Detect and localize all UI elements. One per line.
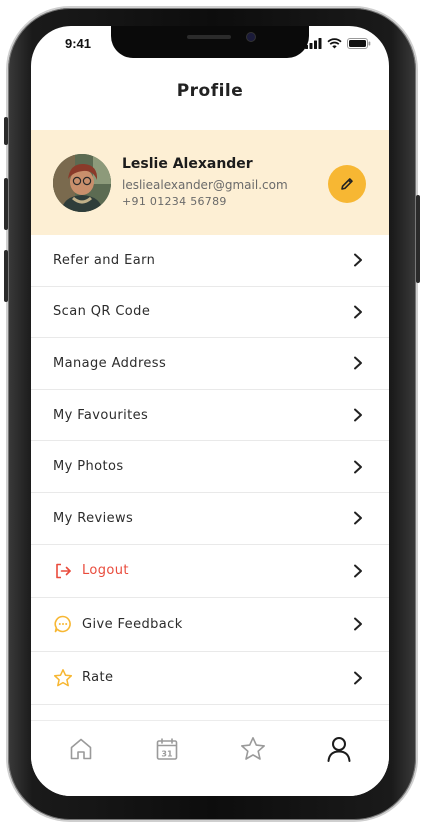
menu-item-logout[interactable]: Logout	[31, 545, 389, 599]
star-icon	[53, 668, 73, 688]
tab-favourites[interactable]	[237, 733, 269, 765]
chat-bubble-icon	[53, 614, 73, 634]
page-title: Profile	[176, 81, 244, 101]
menu-item-label: Manage Address	[53, 355, 167, 371]
pencil-icon	[341, 178, 353, 190]
menu-item-scan-qr-code[interactable]: Scan QR Code	[31, 287, 389, 339]
volume-up-button	[4, 178, 8, 230]
menu-item-label: Refer and Earn	[53, 252, 156, 268]
profile-email: lesliealexander@gmail.com	[122, 178, 288, 192]
tab-home[interactable]	[65, 733, 97, 765]
screen: 9:41 Profile Leslie Alexander lesliealex…	[31, 26, 389, 796]
home-icon	[70, 738, 92, 760]
menu-item-label: Logout	[82, 563, 129, 579]
menu-item-rate[interactable]: Rate	[31, 652, 389, 706]
mute-switch	[4, 117, 8, 145]
chevron-right-icon	[354, 356, 362, 370]
profile-card: Leslie Alexander lesliealexander@gmail.c…	[31, 130, 389, 235]
calendar-day-label: 31	[161, 749, 173, 758]
chevron-right-icon	[354, 671, 362, 685]
menu-item-my-reviews[interactable]: My Reviews	[31, 493, 389, 545]
chevron-right-icon	[354, 460, 362, 474]
menu-item-refer-and-earn[interactable]: Refer and Earn	[31, 235, 389, 287]
menu-item-label: Scan QR Code	[53, 304, 151, 320]
menu-item-my-photos[interactable]: My Photos	[31, 441, 389, 493]
chevron-right-icon	[354, 253, 362, 267]
menu-item-my-favourites[interactable]: My Favourites	[31, 390, 389, 442]
user-icon	[327, 737, 351, 762]
profile-menu: Refer and Earn Scan QR Code Manage Addre…	[31, 235, 389, 706]
bottom-tab-bar: 31	[31, 720, 389, 796]
wifi-icon	[327, 38, 342, 49]
chevron-right-icon	[354, 511, 362, 525]
speaker	[187, 35, 231, 39]
logout-icon	[53, 561, 73, 581]
volume-down-button	[4, 250, 8, 302]
menu-item-give-feedback[interactable]: Give Feedback	[31, 598, 389, 652]
star-icon	[241, 737, 265, 760]
chevron-right-icon	[354, 564, 362, 578]
battery-icon	[347, 38, 371, 49]
power-button	[416, 195, 420, 283]
edit-profile-button[interactable]	[328, 165, 366, 203]
menu-item-label: My Reviews	[53, 510, 134, 526]
menu-item-label: My Photos	[53, 459, 124, 475]
menu-item-label: Give Feedback	[82, 616, 183, 632]
profile-name: Leslie Alexander	[122, 156, 253, 172]
avatar-photo	[53, 154, 111, 212]
status-time: 9:41	[65, 36, 92, 51]
notch	[111, 26, 309, 58]
chevron-right-icon	[354, 305, 362, 319]
chevron-right-icon	[354, 617, 362, 631]
menu-item-manage-address[interactable]: Manage Address	[31, 338, 389, 390]
menu-item-label: My Favourites	[53, 407, 149, 423]
menu-item-label: Rate	[82, 670, 114, 686]
profile-phone: +91 01234 56789	[122, 195, 227, 208]
avatar[interactable]	[53, 154, 111, 212]
calendar-icon: 31	[156, 738, 178, 760]
status-icons	[305, 38, 371, 49]
front-camera	[247, 33, 255, 41]
tab-calendar[interactable]: 31	[151, 733, 183, 765]
tab-profile[interactable]	[323, 733, 355, 765]
chevron-right-icon	[354, 408, 362, 422]
